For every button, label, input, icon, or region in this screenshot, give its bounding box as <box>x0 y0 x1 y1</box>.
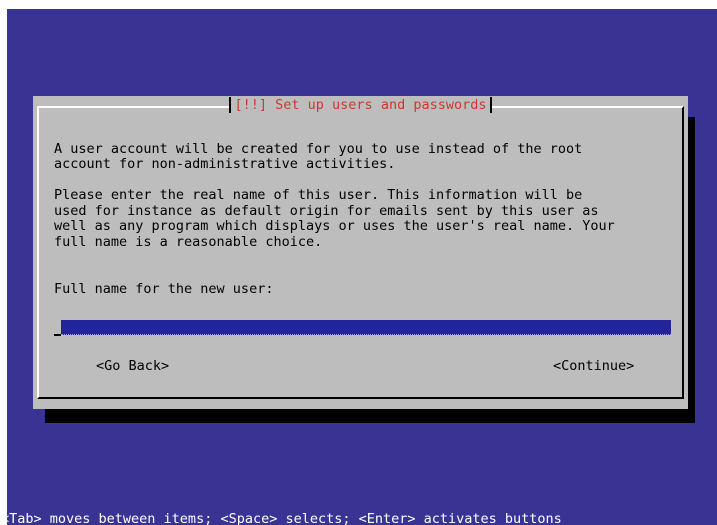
keyboard-hint: <Tab> moves between items; <Space> selec… <box>7 511 562 525</box>
description-line-4: full name is a reasonable choice. <box>54 234 323 250</box>
info-line-2: account for non-administrative activitie… <box>54 156 396 172</box>
text-cursor <box>54 320 61 336</box>
continue-button[interactable]: <Continue> <box>553 358 634 375</box>
full-name-input[interactable] <box>61 320 671 335</box>
full-name-label: Full name for the new user: <box>54 281 274 297</box>
description-line-3: well as any program which displays or us… <box>54 218 615 234</box>
go-back-button[interactable]: <Go Back> <box>96 358 169 375</box>
description-line-1: Please enter the real name of this user.… <box>54 187 583 203</box>
installer-screen: [!!] Set up users and passwords A user a… <box>7 9 717 525</box>
setup-users-dialog: [!!] Set up users and passwords A user a… <box>33 96 688 409</box>
